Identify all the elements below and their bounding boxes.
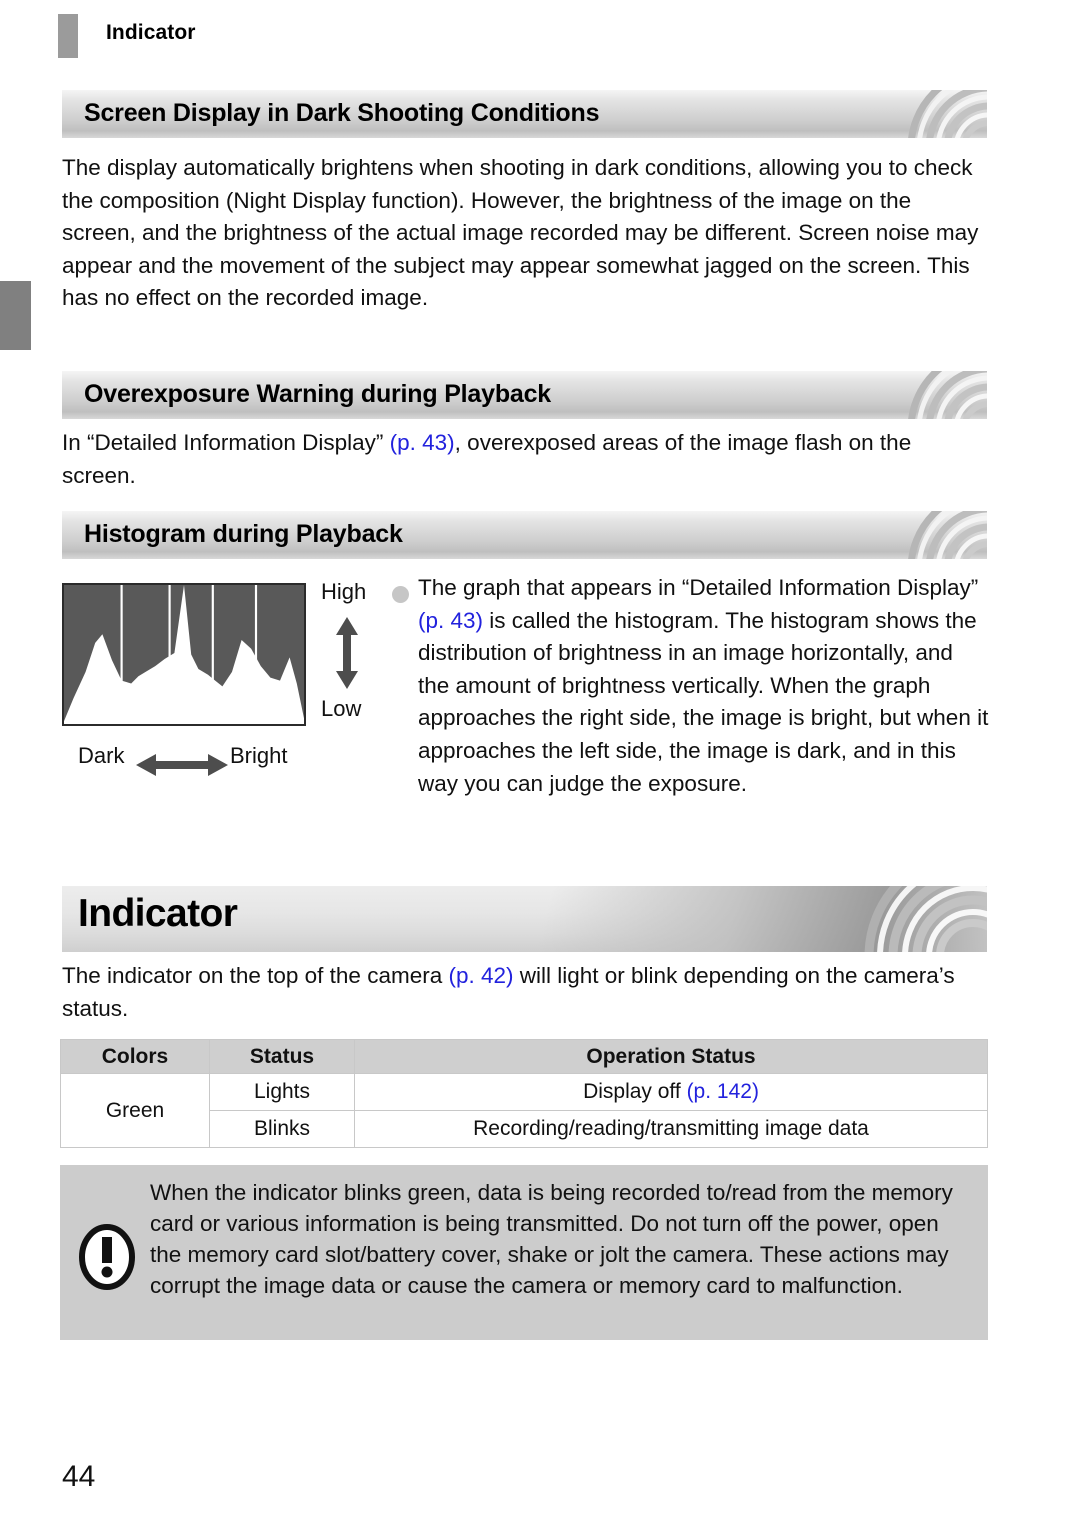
paragraph-overexposure-warning: In “Detailed Information Display” (p. 43… — [62, 427, 984, 492]
table-cell-operation-lights: Display off (p. 142) — [354, 1073, 988, 1111]
paragraph-text-before-link: In “Detailed Information Display” — [62, 430, 390, 455]
table-header-colors: Colors — [60, 1039, 210, 1074]
page-number: 44 — [62, 1460, 96, 1493]
chapter-heading-indicator: Indicator — [62, 886, 987, 952]
section-heading-text: Histogram during Playback — [84, 520, 403, 548]
table-cell-status-blinks: Blinks — [209, 1110, 355, 1148]
page-reference-link-43[interactable]: (p. 43) — [418, 608, 483, 633]
section-heading-text: Screen Display in Dark Shooting Conditio… — [84, 99, 600, 127]
section-heading-text: Overexposure Warning during Playback — [84, 380, 552, 408]
axis-label-dark: Dark — [78, 743, 125, 768]
page-reference-link-43[interactable]: (p. 43) — [390, 430, 455, 455]
section-heading-screen-display: Screen Display in Dark Shooting Conditio… — [62, 90, 987, 138]
warning-note-text: When the indicator blinks green, data is… — [150, 1180, 953, 1298]
running-header-title: Indicator — [106, 21, 196, 44]
horizontal-double-arrow-icon — [136, 754, 228, 776]
vertical-double-arrow-icon — [336, 617, 358, 689]
table-row: Green Lights Display off (p. 142) — [60, 1073, 988, 1148]
running-header-tab-marker — [58, 14, 78, 58]
bullet-dot-icon — [392, 586, 409, 603]
histogram-plot — [62, 583, 306, 726]
table-cell-status-lights: Lights — [209, 1073, 355, 1111]
section-heading-histogram: Histogram during Playback — [62, 511, 987, 559]
table-header-operation-status: Operation Status — [354, 1039, 988, 1074]
axis-label-high: High — [321, 579, 367, 604]
table-cell-operation-blinks: Recording/reading/transmitting image dat… — [354, 1110, 988, 1148]
paragraph-indicator-intro: The indicator on the top of the camera (… — [62, 960, 987, 1025]
histogram-gridline — [254, 585, 258, 724]
decorative-arcs-icon — [908, 90, 987, 138]
exclamation-icon — [79, 1224, 135, 1290]
chapter-heading-text: Indicator — [78, 892, 238, 935]
warning-note-box: When the indicator blinks green, data is… — [60, 1165, 988, 1340]
histogram-gridline — [168, 585, 171, 724]
histogram-chart-svg — [64, 585, 304, 724]
paragraph-text-before-link: The indicator on the top of the camera — [62, 963, 449, 988]
paragraph-screen-display: The display automatically brightens when… — [62, 155, 979, 311]
axis-label-low: Low — [321, 696, 362, 721]
bullet-text-before-link: The graph that appears in “Detailed Info… — [418, 575, 979, 600]
decorative-arcs-icon — [908, 371, 987, 419]
table-header-row: Colors Status Operation Status — [60, 1039, 988, 1074]
section-heading-overexposure-warning: Overexposure Warning during Playback — [62, 371, 987, 419]
page-reference-link-42[interactable]: (p. 42) — [448, 963, 513, 988]
operation-text: Display off — [583, 1080, 687, 1103]
bullet-text-after-link: is called the histogram. The histogram s… — [418, 607, 989, 796]
histogram-gridline — [120, 585, 123, 724]
histogram-gridline — [211, 585, 214, 724]
decorative-arcs-icon — [908, 511, 987, 559]
axis-label-bright: Bright — [230, 743, 288, 768]
page-reference-link-142[interactable]: (p. 142) — [687, 1080, 759, 1103]
margin-thumb-tab — [0, 281, 31, 350]
bullet-text: The graph that appears in “Detailed Info… — [418, 572, 990, 800]
table-header-status: Status — [209, 1039, 355, 1074]
indicator-status-table: Colors Status Operation Status Green Lig… — [60, 1039, 988, 1148]
table-cell-color-green: Green — [60, 1073, 210, 1148]
running-header: Indicator — [58, 14, 988, 58]
